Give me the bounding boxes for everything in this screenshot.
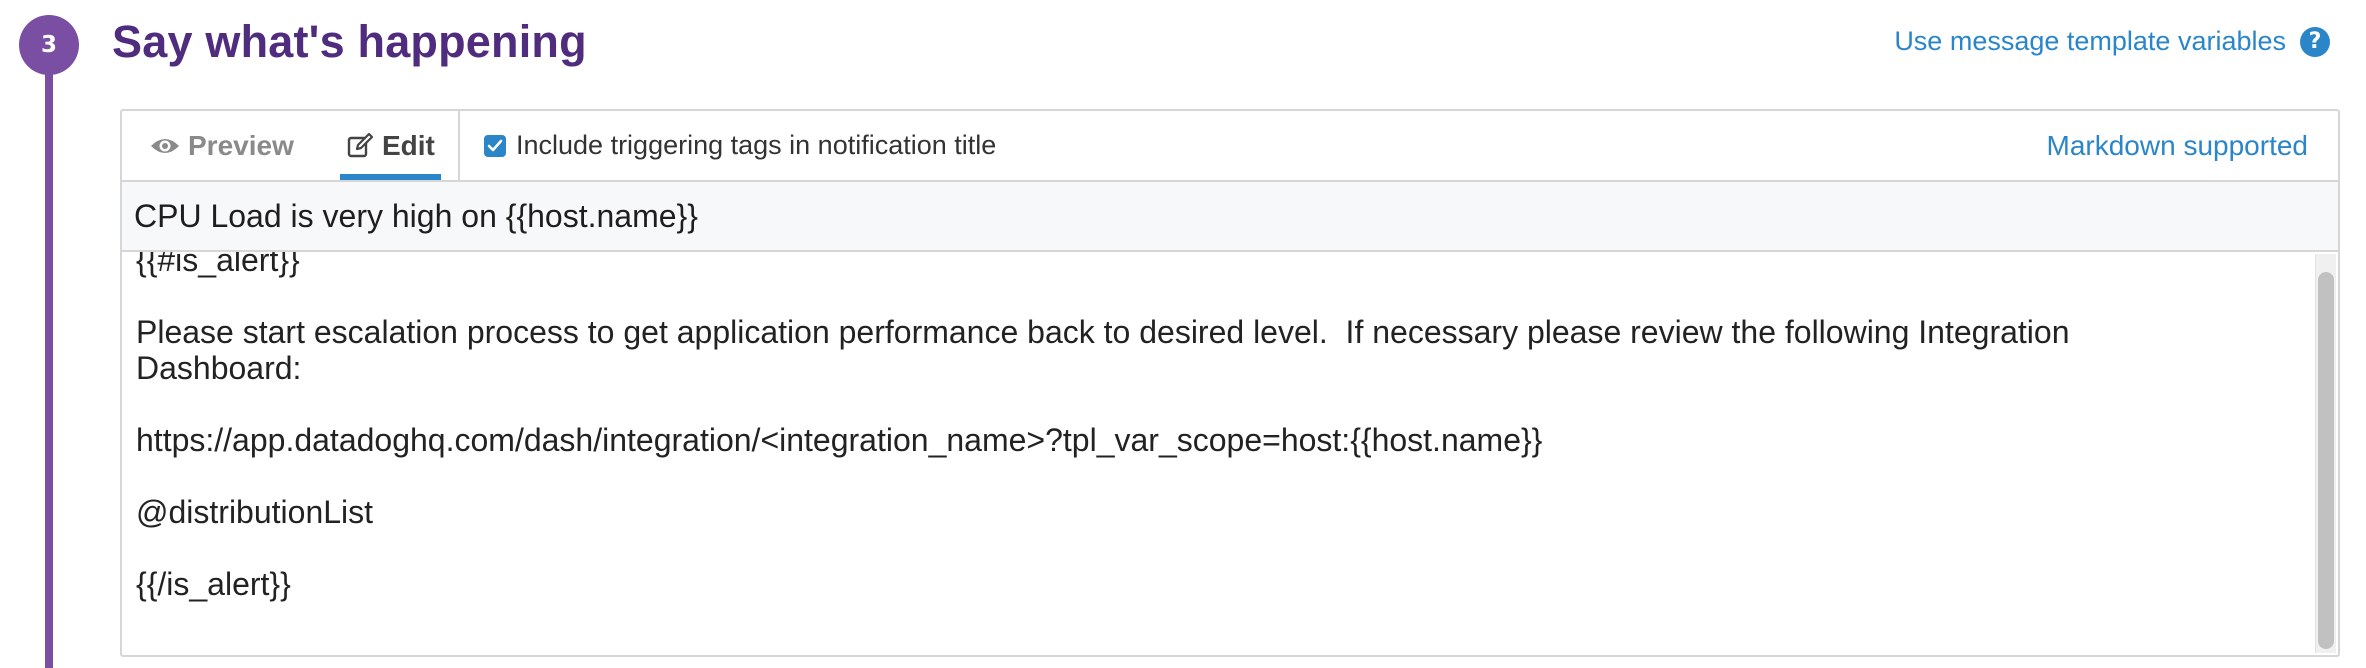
question-circle-icon[interactable]: ? [2300,26,2330,57]
notification-title-input[interactable]: CPU Load is very high on {{host.name}} [122,182,2338,252]
body-line[interactable]: https://app.datadoghq.com/dash/integrati… [136,422,2286,458]
toolbar-divider [458,111,460,180]
step-rail [45,48,53,668]
tab-edit[interactable]: Edit [340,111,441,180]
tab-edit-label[interactable]: Edit [382,130,435,162]
edit-icon [347,132,374,157]
body-line[interactable]: @distributionList [136,494,2286,530]
body-line[interactable]: Please start escalation process to get a… [136,314,2286,350]
scrollbar-thumb[interactable] [2318,272,2334,649]
body-text[interactable]: {{#is_alert}} Please start escalation pro… [136,252,2286,602]
tab-preview[interactable]: Preview [150,111,294,180]
include-tags-option[interactable]: Include triggering tags in notification … [484,111,996,180]
template-variables-link[interactable]: Use message template variables ? [1894,26,2330,57]
checkmark-icon [487,139,503,151]
body-line[interactable] [136,386,2286,422]
body-line[interactable] [136,458,2286,494]
body-line[interactable] [136,278,2286,314]
step-number-badge: 3 [19,15,79,75]
body-line[interactable] [136,530,2286,566]
include-tags-label[interactable]: Include triggering tags in notification … [516,130,996,161]
message-editor: Preview Edit Include triggering tags in … [120,109,2340,657]
notification-body-textarea[interactable]: {{#is_alert}} Please start escalation pro… [122,252,2338,655]
include-tags-checkbox[interactable] [484,134,506,157]
markdown-supported-link[interactable]: Markdown supported [2047,111,2308,180]
eye-icon [151,138,179,153]
section-title: Say what's happening [112,16,587,67]
template-variables-label[interactable]: Use message template variables [1894,26,2286,57]
monitor-step-section: 3 Say what's happening Use message templ… [0,0,2366,668]
body-line[interactable]: {{/is_alert}} [136,566,2286,602]
tab-preview-label[interactable]: Preview [188,130,294,162]
body-line[interactable]: Dashboard: [136,350,2286,386]
editor-toolbar: Preview Edit Include triggering tags in … [122,111,2338,182]
body-line[interactable]: {{#is_alert}} [136,252,2286,278]
